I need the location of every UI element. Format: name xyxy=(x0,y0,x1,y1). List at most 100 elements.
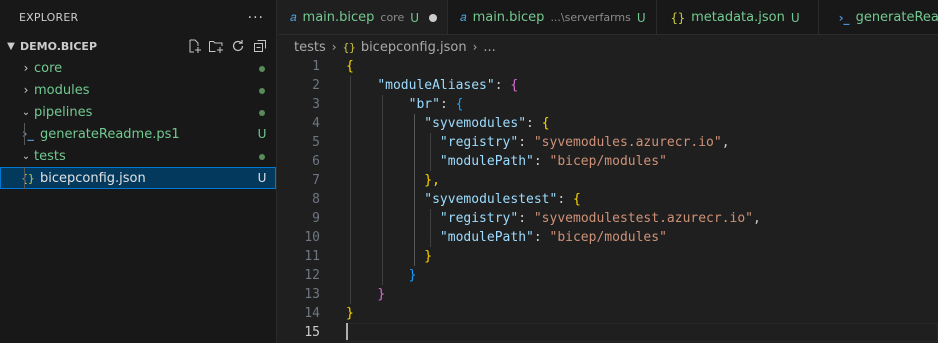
bicep-icon: 𝑎 xyxy=(460,10,467,24)
tab-metadata-json[interactable]: {} metadata.json U xyxy=(657,0,819,34)
tree-file-generatereadme[interactable]: ›_ generateReadme.ps1 U xyxy=(0,123,276,145)
json-key: "modulePath" xyxy=(439,154,534,169)
unsaved-dot-icon[interactable] xyxy=(429,13,438,22)
powershell-icon: ›_ xyxy=(22,126,34,142)
text-cursor xyxy=(346,323,348,340)
code-line: 7 }, xyxy=(278,171,938,190)
json-key: "syvemodulestest" xyxy=(424,192,558,207)
colon: : xyxy=(494,78,511,93)
tree-item-label: tests xyxy=(34,148,66,164)
tab-main-bicep-serverfarms[interactable]: 𝑎 main.bicep ...\serverfarms U xyxy=(448,0,657,34)
tab-description: ...\serverfarms xyxy=(550,11,631,24)
tab-git-status: U xyxy=(410,10,420,25)
json-key: "syvemodules" xyxy=(424,116,527,131)
brace: }, xyxy=(424,173,440,188)
code-line: 1 { xyxy=(278,57,938,76)
code-line: 2 "moduleAliases": { xyxy=(278,76,938,95)
brace: } xyxy=(408,268,417,283)
brace: { xyxy=(510,78,519,93)
brace: } xyxy=(377,287,386,302)
tab-label: main.bicep xyxy=(472,10,545,25)
git-status-dot xyxy=(252,149,272,163)
json-icon: {} xyxy=(21,171,35,185)
workspace-section-header[interactable]: ▼ DEMO.BICEP xyxy=(0,35,276,57)
current-line-highlight xyxy=(346,323,938,342)
collapse-all-icon[interactable] xyxy=(252,38,268,54)
line-number: 11 xyxy=(304,249,320,264)
brace: { xyxy=(573,192,581,207)
colon: : xyxy=(533,154,550,169)
code-line: 13 } xyxy=(278,285,938,304)
chevron-down-icon[interactable]: ▼ xyxy=(4,41,18,52)
code-line: 8 "syvemodulestest": { xyxy=(278,190,938,209)
chevron-right-icon: › xyxy=(472,40,478,54)
tree-item-label: pipelines xyxy=(34,104,93,120)
brace: { xyxy=(346,59,354,74)
breadcrumb-folder[interactable]: tests xyxy=(294,40,326,55)
json-string: "syvemodulestest.azurecr.io" xyxy=(533,211,754,226)
chevron-right-icon: › xyxy=(23,83,29,97)
indent-guide xyxy=(24,167,25,189)
tab-main-bicep-core[interactable]: 𝑎 main.bicep core U xyxy=(278,0,449,34)
tree-item-label: bicepconfig.json xyxy=(40,170,146,186)
code-line: 5 "registry": "syvemodules.azurecr.io", xyxy=(278,133,938,152)
indent-guide xyxy=(24,123,25,145)
colon: : xyxy=(439,97,456,112)
refresh-icon[interactable] xyxy=(230,38,246,54)
new-file-icon[interactable] xyxy=(186,38,202,54)
tab-generatereadme[interactable]: ›_ generateReadme xyxy=(819,0,938,34)
line-number: 1 xyxy=(312,59,320,74)
git-status-badge: U xyxy=(257,171,267,185)
code-line: 9 "registry": "syvemodulestest.azurecr.i… xyxy=(278,209,938,228)
chevron-right-icon: › xyxy=(23,61,29,75)
json-key: "registry" xyxy=(439,135,519,150)
line-number: 6 xyxy=(312,154,320,169)
json-key: "moduleAliases" xyxy=(377,78,495,93)
json-string: "bicep/modules" xyxy=(549,230,667,245)
tree-folder-core[interactable]: › core xyxy=(0,57,276,79)
brace: { xyxy=(455,97,464,112)
code-line: 3 "br": { xyxy=(278,95,938,114)
code-line: 12 } xyxy=(278,266,938,285)
line-number: 13 xyxy=(304,287,320,302)
git-status-dot xyxy=(252,83,272,97)
tab-description: core xyxy=(380,11,405,24)
brace: } xyxy=(346,306,354,321)
powershell-icon: ›_ xyxy=(838,10,850,25)
code-editor[interactable]: 1 { 2 "moduleAliases": { 3 "br": { 4 "sy… xyxy=(278,57,938,343)
tree-item-label: modules xyxy=(34,82,90,98)
line-number: 9 xyxy=(312,211,320,226)
tree-folder-tests[interactable]: ⌄ tests xyxy=(0,145,276,167)
breadcrumb: tests › {} bicepconfig.json › ... xyxy=(278,36,938,58)
brace: { xyxy=(541,116,550,131)
chevron-right-icon: › xyxy=(331,40,337,54)
code-line: 4 "syvemodules": { xyxy=(278,114,938,133)
comma: , xyxy=(721,135,730,150)
colon: : xyxy=(533,230,550,245)
workspace-title: DEMO.BICEP xyxy=(20,39,98,53)
editor-tabs: 𝑎 main.bicep core U 𝑎 main.bicep ...\ser… xyxy=(278,0,938,35)
tree-folder-modules[interactable]: › modules xyxy=(0,79,276,101)
git-status-dot xyxy=(252,105,272,119)
brace: } xyxy=(424,249,433,264)
json-key: "br" xyxy=(408,97,440,112)
more-actions-icon[interactable]: ··· xyxy=(248,10,264,26)
tree-folder-pipelines[interactable]: ⌄ pipelines xyxy=(0,101,276,123)
chevron-down-icon: ⌄ xyxy=(21,106,31,118)
code-line: 14 } xyxy=(278,304,938,323)
line-number: 2 xyxy=(312,78,320,93)
tab-label: metadata.json xyxy=(691,10,785,25)
line-number: 15 xyxy=(304,325,320,340)
explorer-title: EXPLORER xyxy=(19,11,79,24)
git-status-dot xyxy=(252,61,272,75)
new-folder-icon[interactable] xyxy=(208,38,224,54)
colon: : xyxy=(518,135,534,150)
code-line-active: 15 xyxy=(278,323,938,342)
code-line: 6 "modulePath": "bicep/modules" xyxy=(278,152,938,171)
line-number: 10 xyxy=(304,230,320,245)
tree-file-bicepconfig[interactable]: {} bicepconfig.json U xyxy=(0,167,276,189)
code-line: 10 "modulePath": "bicep/modules" xyxy=(278,228,938,247)
explorer-sidebar: EXPLORER ··· ▼ DEMO.BICEP › core › modul… xyxy=(0,0,277,343)
breadcrumb-more[interactable]: ... xyxy=(483,40,495,55)
breadcrumb-file[interactable]: bicepconfig.json xyxy=(361,40,467,55)
